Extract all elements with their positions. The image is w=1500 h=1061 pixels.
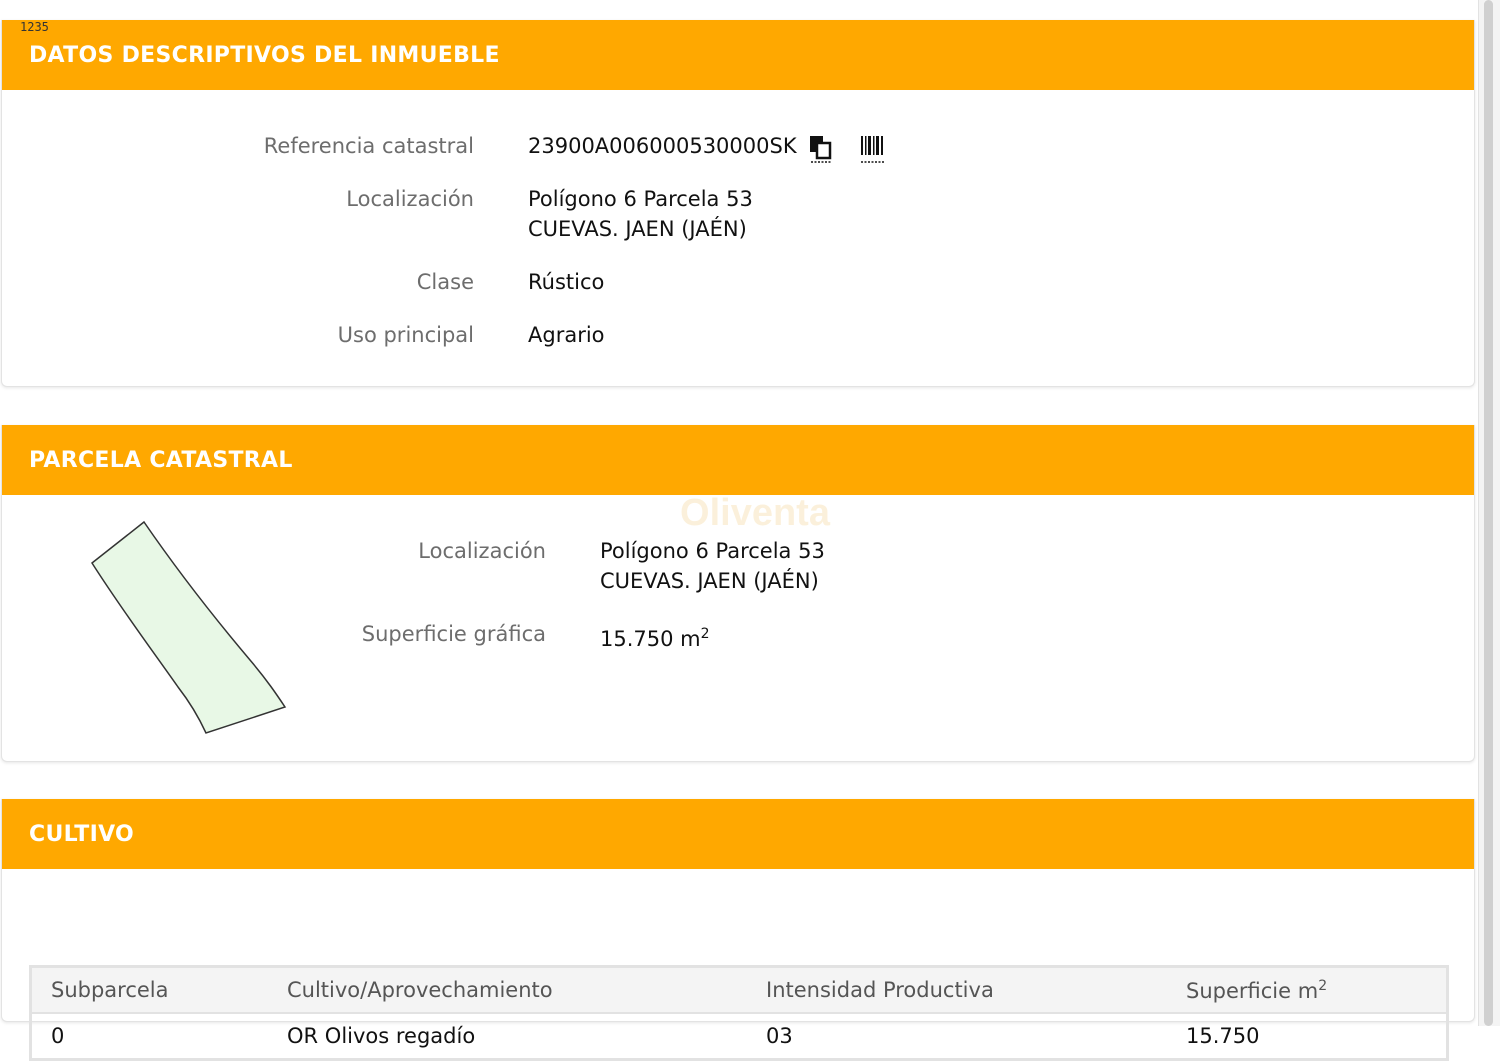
uso-principal-label: Uso principal	[337, 323, 474, 347]
cultivo-title: CULTIVO	[2, 799, 1474, 869]
cell-cultivo: OR Olivos regadío	[287, 1024, 476, 1048]
cultivo-table: Subparcela Cultivo/Aprovechamiento Inten…	[29, 965, 1449, 1061]
ref-catastral-value[interactable]: 23900A006000530000SK	[528, 131, 797, 161]
col-subparcela: Subparcela	[30, 966, 268, 1014]
table-header-row: Subparcela Cultivo/Aprovechamiento Inten…	[30, 966, 1448, 1014]
table-row: 0 OR Olivos regadío 03 15.750	[31, 1013, 1448, 1060]
parcela-localizacion-line1: Polígono 6 Parcela 53	[600, 539, 825, 563]
parcela-localizacion-line2: CUEVAS. JAEN (JAÉN)	[600, 569, 819, 593]
col-intensidad: Intensidad Productiva	[747, 966, 1167, 1014]
vertical-scrollbar[interactable]	[1478, 0, 1500, 1026]
barcode-icon[interactable]	[860, 135, 886, 167]
localizacion-line1: Polígono 6 Parcela 53	[528, 187, 753, 211]
cell-intensidad: 03	[766, 1024, 793, 1048]
superficie-grafica-label: Superficie gráfica	[361, 622, 546, 646]
ref-catastral-label: Referencia catastral	[263, 134, 474, 158]
cultivo-panel: CULTIVO Subparcela Cultivo/Aprovechamien…	[1, 799, 1475, 1061]
parcela-catastral-title: PARCELA CATASTRAL	[2, 425, 1474, 495]
cell-superficie: 15.750	[1186, 1024, 1260, 1048]
parcela-catastral-panel: PARCELA CATASTRAL Localización Polígono …	[1, 425, 1475, 762]
datos-descriptivos-title: DATOS DESCRIPTIVOS DEL INMUEBLE	[2, 20, 1474, 90]
clase-value: Rústico	[528, 270, 605, 294]
scrollbar-thumb[interactable]	[1484, 0, 1493, 1026]
parcel-shape[interactable]	[82, 515, 297, 740]
uso-principal-value: Agrario	[528, 323, 605, 347]
col-superficie: Superficie m2	[1167, 966, 1448, 1014]
clase-label: Clase	[416, 270, 474, 294]
page-number: 1235	[20, 20, 49, 34]
col-cultivo: Cultivo/Aprovechamiento	[268, 966, 747, 1014]
superficie-grafica-value: 15.750 m2	[600, 626, 710, 651]
localizacion-line2: CUEVAS. JAEN (JAÉN)	[528, 217, 747, 241]
cell-subparcela: 0	[51, 1024, 65, 1048]
datos-descriptivos-panel: DATOS DESCRIPTIVOS DEL INMUEBLE Referenc…	[1, 20, 1475, 387]
parcela-localizacion-label: Localización	[418, 539, 546, 563]
localizacion-label: Localización	[346, 187, 474, 211]
copy-icon[interactable]	[809, 135, 833, 167]
